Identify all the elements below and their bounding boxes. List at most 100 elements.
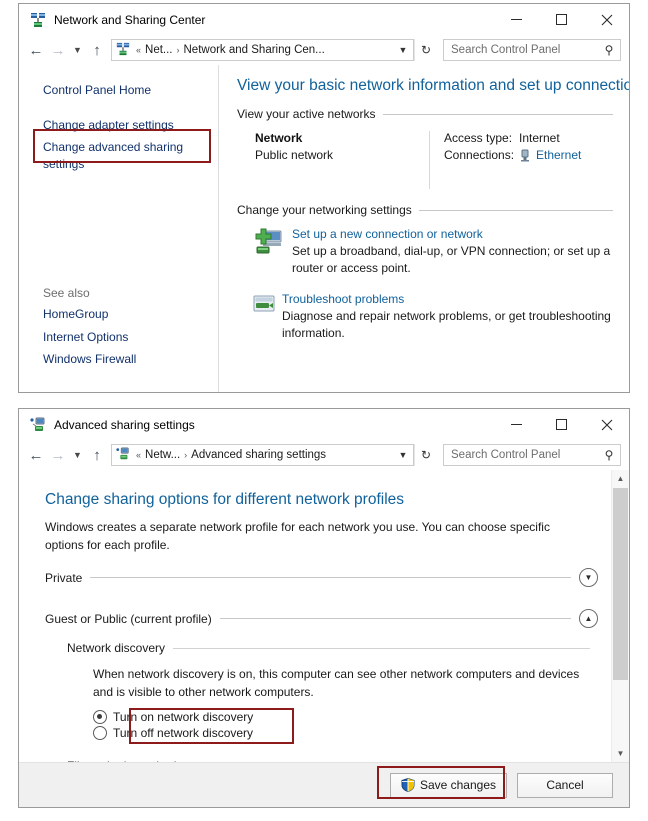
up-arrow-icon[interactable]: ↑ (86, 39, 108, 61)
breadcrumb-item-2[interactable]: Advanced sharing settings (191, 449, 326, 461)
change-settings-label: Change your networking settings (237, 203, 412, 217)
task-link-set-up-new-connection[interactable]: Set up a new connection or network (292, 227, 613, 241)
chevron-down-circle-icon[interactable]: ▼ (579, 568, 598, 587)
task-description: Diagnose and repair network problems, or… (282, 308, 611, 341)
address-advanced-sharing-settings-icon (116, 447, 132, 463)
vertical-scrollbar[interactable]: ▲ ▼ (611, 470, 629, 762)
recent-locations-icon[interactable]: ▼ (69, 39, 86, 61)
page-title: Change sharing options for different net… (45, 491, 405, 508)
up-arrow-icon[interactable]: ↑ (86, 444, 108, 466)
profile-label-guest-or-public: Guest or Public (current profile) (45, 611, 212, 626)
address-network-sharing-center-icon (116, 42, 132, 58)
search-icon: ⚲ (604, 448, 614, 462)
back-arrow-icon[interactable]: ← (25, 444, 47, 466)
radio-turn-on-network-discovery[interactable]: Turn on network discovery (93, 709, 602, 725)
breadcrumb-overflow[interactable]: « (136, 450, 141, 460)
window2-title: Advanced sharing settings (54, 417, 195, 432)
window1-content: View your basic network information and … (219, 65, 629, 392)
breadcrumb: « Net... › Network and Sharing Cen... (136, 44, 393, 56)
sidebar-item-windows-firewall[interactable]: Windows Firewall (19, 348, 219, 370)
window1-navbar: ← → ▼ ↑ « Net... › Network and Sharing C… (19, 35, 629, 65)
file-printer-sharing-label: File and printer sharing (67, 759, 190, 762)
cancel-button[interactable]: Cancel (517, 772, 613, 798)
scrollbar-thumb[interactable] (613, 488, 628, 680)
sidebar-item-change-adapter-settings[interactable]: Change adapter settings (19, 114, 218, 136)
scroll-up-icon[interactable]: ▲ (612, 470, 629, 487)
sidebar-item-change-advanced-sharing-settings[interactable]: Change advanced sharing settings (19, 136, 203, 174)
radio-button-off[interactable] (93, 726, 107, 740)
forward-arrow-icon[interactable]: → (47, 39, 69, 61)
scroll-down-icon[interactable]: ▼ (612, 745, 629, 762)
search-input[interactable]: Search Control Panel (444, 44, 598, 56)
minimize-icon[interactable] (494, 4, 539, 35)
search-input[interactable]: Search Control Panel (444, 449, 598, 461)
connections-value-link[interactable]: Ethernet (536, 148, 581, 162)
breadcrumb-separator: › (184, 450, 188, 460)
address-bar[interactable]: « Netw... › Advanced sharing settings ▼ (111, 444, 414, 466)
window2-content: Change sharing options for different net… (19, 470, 612, 762)
search-box[interactable]: Search Control Panel ⚲ (443, 39, 621, 61)
task-text-block: Troubleshoot problems Diagnose and repai… (282, 292, 613, 343)
divider (382, 113, 613, 115)
save-changes-label: Save changes (419, 778, 496, 792)
search-icon: ⚲ (604, 43, 614, 57)
task-set-up-new-connection: Set up a new connection or network Set u… (237, 227, 613, 278)
chevron-down-icon[interactable]: ▼ (393, 450, 413, 460)
network-discovery-description: When network discovery is on, this compu… (93, 667, 580, 699)
close-icon[interactable] (584, 409, 629, 440)
window1-titlebar: Network and Sharing Center (19, 4, 629, 35)
refresh-icon[interactable]: ↻ (414, 444, 437, 466)
access-type-label: Access type: (444, 131, 513, 145)
maximize-icon[interactable] (539, 4, 584, 35)
forward-arrow-icon[interactable]: → (47, 444, 69, 466)
window1-sidebar: Control Panel Home Change adapter settin… (19, 65, 219, 392)
advanced-sharing-settings-window: Advanced sharing settings ← → ▼ ↑ « Netw… (18, 408, 630, 808)
sidebar-item-internet-options[interactable]: Internet Options (19, 326, 219, 348)
task-text-block: Set up a new connection or network Set u… (292, 227, 613, 278)
minimize-icon[interactable] (494, 409, 539, 440)
see-also-group: See also HomeGroup Internet Options Wind… (19, 283, 219, 370)
window2-titlebar: Advanced sharing settings (19, 409, 629, 440)
access-type-value: Internet (519, 131, 560, 145)
page-intro: Windows creates a separate network profi… (45, 520, 550, 552)
network-discovery-radio-group: Turn on network discovery Turn off netwo… (93, 709, 602, 741)
network-and-sharing-center-window: Network and Sharing Center ← → ▼ ↑ « Net… (18, 3, 630, 393)
breadcrumb-item-2[interactable]: Network and Sharing Cen... (184, 44, 325, 56)
breadcrumb-overflow[interactable]: « (136, 45, 141, 55)
breadcrumb-separator: › (176, 45, 180, 55)
divider (219, 618, 571, 619)
sidebar-item-homegroup[interactable]: HomeGroup (19, 303, 219, 325)
save-changes-button[interactable]: Save changes (389, 772, 507, 798)
profile-section-private[interactable]: Private ▼ (45, 568, 602, 587)
see-also-heading: See also (43, 286, 90, 301)
active-network-row: Network Public network Access type: Inte… (237, 131, 613, 189)
address-bar[interactable]: « Net... › Network and Sharing Cen... ▼ (111, 39, 414, 61)
breadcrumb-item-1[interactable]: Netw... (145, 449, 180, 461)
sidebar-item-control-panel-home[interactable]: Control Panel Home (19, 79, 218, 101)
chevron-down-icon[interactable]: ▼ (393, 45, 413, 55)
back-arrow-icon[interactable]: ← (25, 39, 47, 61)
chevron-up-circle-icon[interactable]: ▲ (579, 609, 598, 628)
network-type: Public network (255, 148, 334, 162)
radio-turn-off-network-discovery[interactable]: Turn off network discovery (93, 725, 602, 741)
breadcrumb-item-1[interactable]: Net... (145, 44, 172, 56)
recent-locations-icon[interactable]: ▼ (69, 444, 86, 466)
access-type-row: Access type: Internet (444, 131, 581, 145)
close-icon[interactable] (584, 4, 629, 35)
task-link-troubleshoot-problems[interactable]: Troubleshoot problems (282, 292, 613, 306)
cancel-label: Cancel (546, 778, 584, 792)
radio-label-on: Turn on network discovery (113, 710, 254, 724)
search-box[interactable]: Search Control Panel ⚲ (443, 444, 621, 466)
window2-controls (494, 409, 629, 440)
profile-section-guest-or-public[interactable]: Guest or Public (current profile) ▲ (45, 609, 602, 628)
divider (90, 577, 571, 578)
maximize-icon[interactable] (539, 409, 584, 440)
breadcrumb: « Netw... › Advanced sharing settings (136, 449, 393, 461)
active-networks-heading: View your active networks (237, 107, 613, 121)
refresh-icon[interactable]: ↻ (414, 39, 437, 61)
task-troubleshoot-problems: Troubleshoot problems Diagnose and repai… (237, 292, 613, 343)
divider (173, 647, 590, 649)
window2-navbar: ← → ▼ ↑ « Netw... › Advanced sharing set… (19, 440, 629, 470)
radio-button-on[interactable] (93, 710, 107, 724)
